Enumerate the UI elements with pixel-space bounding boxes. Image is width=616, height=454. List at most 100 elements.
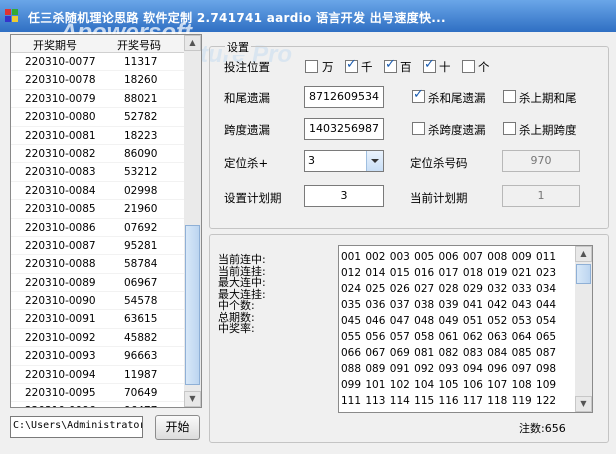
position-checkbox-shi[interactable] (423, 57, 436, 73)
position-checkbox-qian[interactable] (345, 57, 358, 73)
row-number: 07692 (124, 221, 158, 234)
position-label-shi: 十 (439, 60, 451, 74)
list-item[interactable]: 220310-0085 21960 (11, 200, 184, 219)
path-input[interactable]: C:\Users\Administrator (10, 416, 143, 438)
start-button[interactable]: 开始 (155, 415, 200, 440)
kill-sum-tail-label: 杀和尾遗漏 (428, 91, 486, 105)
row-period: 220310-0089 (25, 276, 96, 289)
kill-sum-tail-checkbox[interactable] (412, 87, 425, 103)
row-period: 220310-0077 (25, 56, 96, 68)
row-number: 88021 (124, 92, 158, 105)
scroll-up-icon[interactable]: ▲ (575, 246, 592, 262)
list-item[interactable]: 220310-0093 96663 (11, 347, 184, 366)
row-period: 220310-0086 (25, 221, 96, 234)
position-kill-select[interactable]: 3 (304, 150, 384, 172)
draw-history-list[interactable]: 开奖期号 开奖号码 220310-0077 11317 220310-0078 182… (10, 34, 202, 408)
number-line: 111 113 114 115 116 117 118 119 122 (341, 395, 557, 407)
list-item[interactable]: 220310-0079 88021 (11, 90, 184, 109)
row-period: 220310-0078 (25, 74, 96, 87)
position-checkbox-wan[interactable] (305, 60, 318, 73)
column-header-number[interactable]: 开奖号码 (117, 37, 161, 53)
scrollbar-thumb[interactable] (185, 225, 200, 385)
list-item[interactable]: 220310-0088 58784 (11, 255, 184, 274)
kill-prev-sum-tail-label: 杀上期和尾 (519, 91, 577, 105)
plan-period-field[interactable]: 3 (304, 185, 384, 207)
column-header-period[interactable]: 开奖期号 (33, 37, 77, 53)
list-item[interactable]: 220310-0084 02998 (11, 182, 184, 201)
numbers-scrollbar[interactable]: ▲ ▼ (575, 246, 592, 412)
row-period: 220310-0080 (25, 111, 96, 124)
position-kill-code-label: 定位杀号码 (410, 156, 468, 170)
row-period: 220310-0084 (25, 184, 96, 197)
row-period: 220310-0083 (25, 166, 96, 179)
kill-prev-span-label: 杀上期跨度 (519, 123, 577, 137)
scroll-up-icon[interactable]: ▲ (184, 35, 201, 51)
row-number: 70649 (124, 387, 158, 400)
number-line: 012 014 015 016 017 018 019 021 023 (341, 267, 557, 279)
scroll-down-icon[interactable]: ▼ (184, 391, 201, 407)
kill-prev-sum-tail-checkbox[interactable] (503, 90, 516, 103)
span-label: 跨度遗漏 (224, 123, 270, 137)
stat-label: 最大连中: (218, 276, 266, 289)
row-number: 58784 (124, 258, 158, 271)
stat-label: 最大连挂: (218, 287, 266, 301)
list-item[interactable]: 220310-0096 96477 (11, 402, 184, 407)
row-period: 220310-0093 (25, 350, 96, 363)
number-line: 088 089 091 092 093 094 096 097 098 (341, 363, 557, 375)
row-number: 53212 (124, 166, 158, 179)
list-item[interactable]: 220310-0091 63615 (11, 310, 184, 329)
position-checkbox-bai[interactable] (384, 57, 397, 73)
position-kill-code-field: 970 (502, 150, 580, 172)
span-field[interactable]: 1403256987 (304, 118, 384, 140)
row-number: 54578 (124, 295, 158, 308)
scroll-down-icon[interactable]: ▼ (575, 396, 592, 412)
window-title: 任三杀随机理论思路 软件定制 2.741741 aardio 语言开发 出号速度… (28, 11, 446, 25)
list-item[interactable]: 220310-0090 54578 (11, 292, 184, 311)
list-item[interactable]: 220310-0078 18260 (11, 71, 184, 90)
list-rows: 220310-0077 11317 220310-0078 18260 220310-0… (11, 53, 184, 407)
list-item[interactable]: 220310-0089 06967 (11, 274, 184, 293)
row-number: 21960 (124, 203, 158, 216)
list-item[interactable]: 220310-0082 86090 (11, 145, 184, 164)
row-period: 220310-0092 (25, 331, 96, 344)
row-number: 06967 (124, 276, 158, 289)
row-number: 96663 (124, 350, 158, 363)
row-number: 11987 (124, 368, 158, 381)
list-item[interactable]: 220310-0095 70649 (11, 384, 184, 403)
position-checkbox-ge[interactable] (462, 60, 475, 73)
list-scrollbar[interactable]: ▲ ▼ (184, 35, 201, 407)
row-number: 96477 (124, 405, 157, 407)
list-item[interactable]: 220310-0087 95281 (11, 237, 184, 256)
list-item[interactable]: 220310-0080 52782 (11, 108, 184, 127)
row-period: 220310-0087 (25, 239, 96, 252)
plan-period-label: 设置计划期 (224, 191, 282, 205)
chevron-down-icon[interactable] (366, 151, 383, 171)
kill-span-checkbox[interactable] (412, 122, 425, 135)
current-plan-field: 1 (502, 185, 580, 207)
kill-numbers-box[interactable]: 001 002 003 005 006 007 008 009 011 012 0… (338, 245, 593, 413)
sum-tail-field[interactable]: 8712609534 (304, 86, 384, 108)
position-label-ge: 个 (478, 60, 490, 74)
number-line: 045 046 047 048 049 051 052 053 054 (341, 315, 557, 327)
list-item[interactable]: 220310-0081 18223 (11, 127, 184, 145)
kill-span-label: 杀跨度遗漏 (428, 123, 486, 137)
position-label-bai: 百 (400, 60, 412, 74)
row-number: 52782 (124, 111, 158, 124)
scrollbar-thumb[interactable] (576, 264, 591, 284)
stat-label: 中个数: (218, 299, 255, 312)
list-item[interactable]: 220310-0092 45882 (11, 329, 184, 348)
position-label-wan: 万 (322, 60, 334, 74)
row-period: 220310-0088 (25, 258, 96, 271)
list-item[interactable]: 220310-0077 11317 (11, 53, 184, 72)
list-item[interactable]: 220310-0086 07692 (11, 219, 184, 237)
row-number: 11317 (124, 56, 158, 68)
title-bar: 任三杀随机理论思路 软件定制 2.741741 aardio 语言开发 出号速度… (0, 0, 616, 32)
number-line: 001 002 003 005 006 007 008 009 011 (341, 251, 557, 263)
position-label-qian: 千 (361, 60, 373, 74)
kill-prev-span-checkbox[interactable] (503, 122, 516, 135)
list-item[interactable]: 220310-0094 11987 (11, 366, 184, 385)
row-number: 18223 (124, 129, 158, 142)
row-period: 220310-0096 (25, 405, 96, 407)
list-item[interactable]: 220310-0083 53212 (11, 163, 184, 182)
row-number: 45882 (124, 331, 158, 344)
